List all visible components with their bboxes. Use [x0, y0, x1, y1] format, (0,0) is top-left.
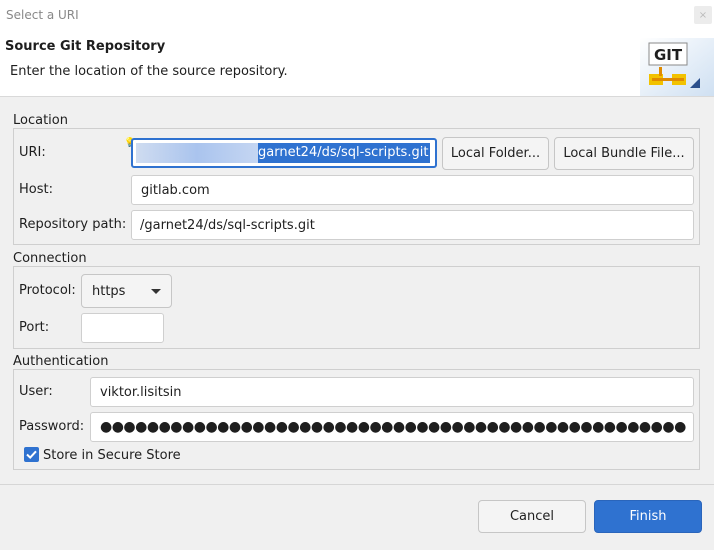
location-group-title: Location	[13, 113, 72, 128]
footer-separator	[0, 484, 714, 485]
uri-input-value: garnet24/ds/sql-scripts.git	[258, 143, 431, 163]
git-logo-text: GIT	[654, 46, 683, 64]
protocol-select-value: https	[92, 283, 126, 299]
password-input[interactable]: ●●●●●●●●●●●●●●●●●●●●●●●●●●●●●●●●●●●●●●●●…	[90, 412, 694, 442]
repository-path-label: Repository path:	[19, 217, 127, 232]
port-label: Port:	[19, 320, 50, 335]
git-logo-icon: GIT	[640, 38, 714, 96]
window-title: Select a URI	[6, 8, 79, 22]
store-secure-label[interactable]: Store in Secure Store	[43, 448, 181, 463]
protocol-select[interactable]: https	[81, 274, 172, 308]
chevron-down-icon	[151, 289, 161, 294]
uri-selection-redacted	[136, 143, 258, 163]
page-title: Source Git Repository	[5, 39, 166, 54]
authentication-group-title: Authentication	[13, 354, 113, 369]
protocol-label: Protocol:	[19, 283, 76, 298]
uri-label: URI:	[19, 145, 46, 160]
user-label: User:	[19, 384, 53, 399]
local-bundle-file-button[interactable]: Local Bundle File...	[554, 137, 694, 170]
title-bar: Select a URI ×	[0, 0, 714, 30]
checkmark-icon	[26, 450, 37, 460]
host-input[interactable]: gitlab.com	[131, 175, 694, 205]
page-description: Enter the location of the source reposit…	[10, 64, 288, 79]
host-label: Host:	[19, 182, 53, 197]
user-input[interactable]: viktor.lisitsin	[90, 377, 694, 407]
header-banner: Source Git Repository Enter the location…	[0, 30, 714, 97]
uri-input[interactable]: garnet24/ds/sql-scripts.git	[131, 138, 437, 168]
cancel-button[interactable]: Cancel	[478, 500, 586, 533]
password-label: Password:	[19, 419, 85, 434]
connection-group-title: Connection	[13, 251, 91, 266]
port-input[interactable]	[81, 313, 164, 343]
repository-path-input[interactable]: /garnet24/ds/sql-scripts.git	[131, 210, 694, 240]
local-folder-button[interactable]: Local Folder...	[442, 137, 549, 170]
store-secure-checkbox[interactable]	[24, 447, 39, 462]
finish-button[interactable]: Finish	[594, 500, 702, 533]
password-mask: ●●●●●●●●●●●●●●●●●●●●●●●●●●●●●●●●●●●●●●●●…	[100, 419, 686, 435]
close-icon[interactable]: ×	[694, 6, 712, 24]
